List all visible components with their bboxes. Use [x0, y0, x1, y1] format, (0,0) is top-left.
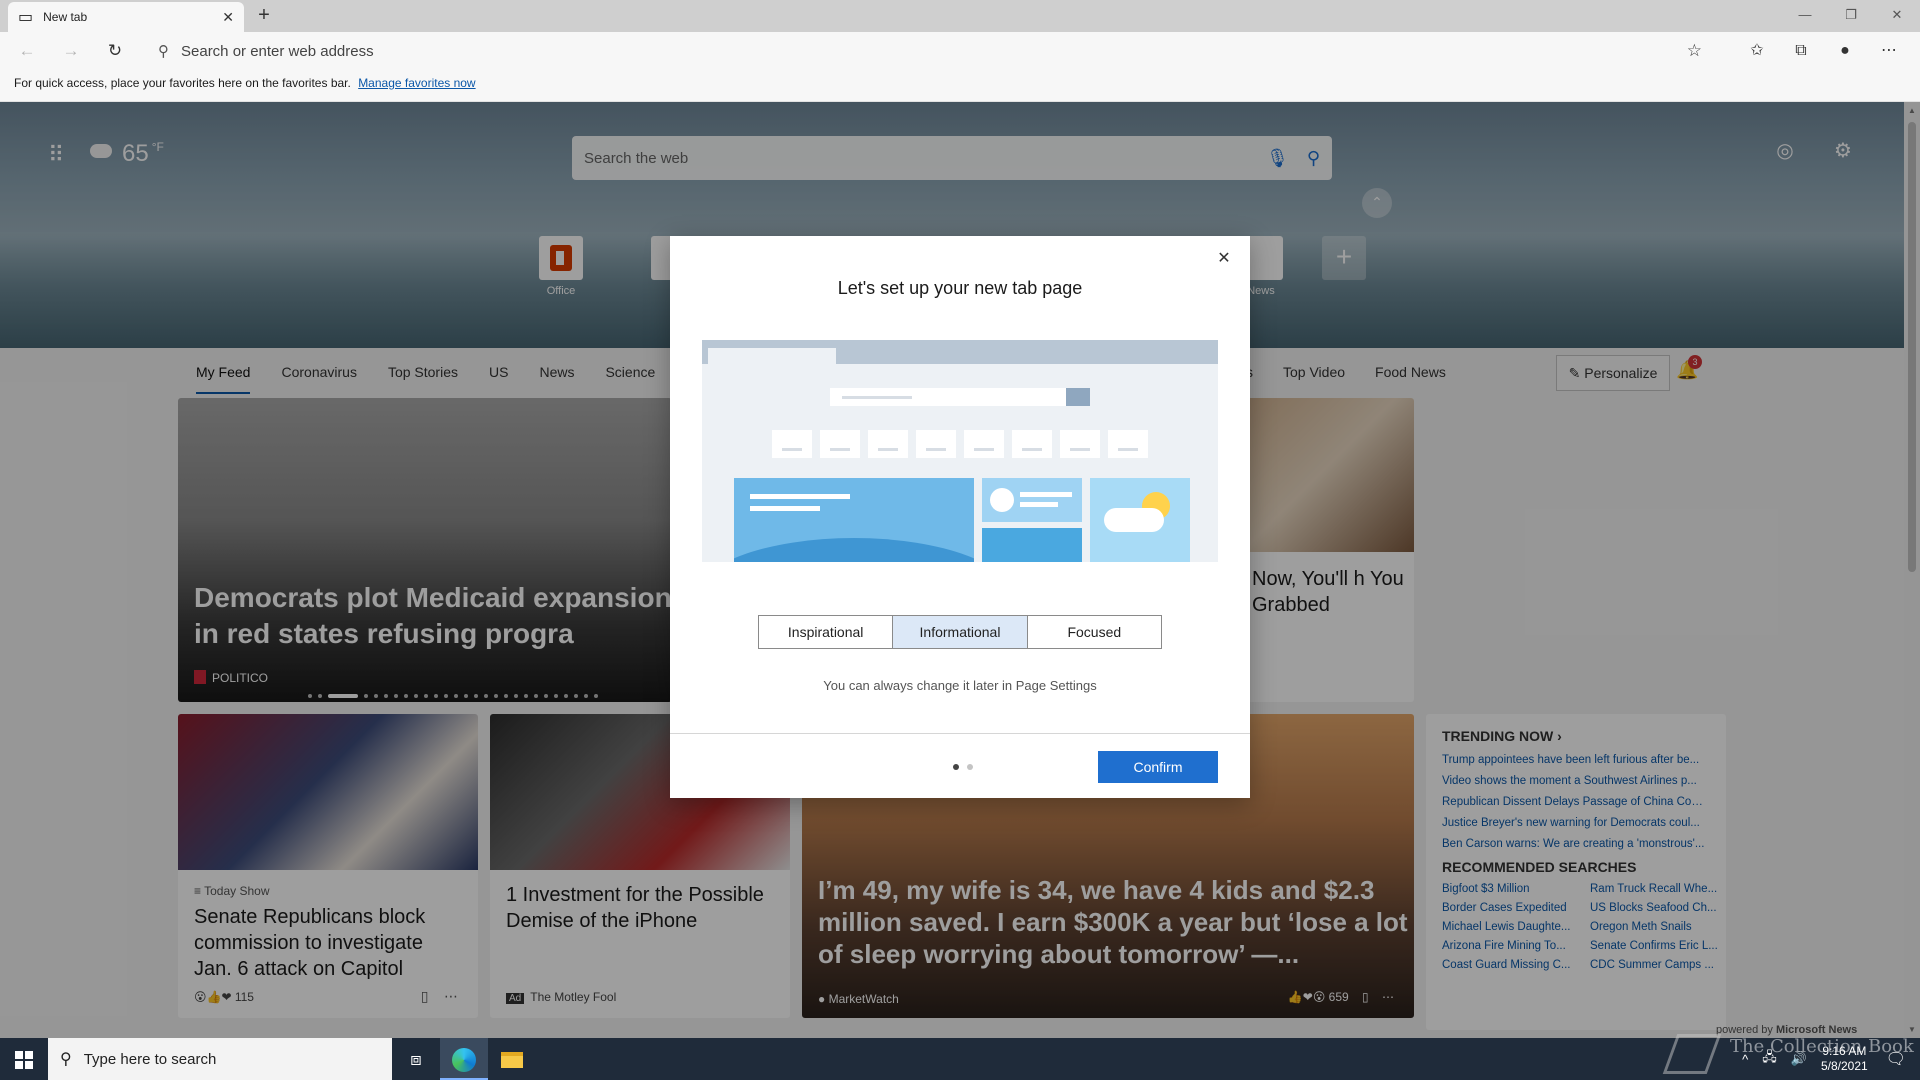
address-placeholder: Search or enter web address	[181, 42, 374, 60]
divider	[670, 733, 1250, 734]
refresh-icon[interactable]: ↻	[102, 39, 128, 63]
favorites-bar-text: For quick access, place your favorites h…	[14, 76, 351, 90]
edge-taskbar-icon[interactable]	[440, 1038, 488, 1080]
dialog-note: You can always change it later in Page S…	[823, 678, 1097, 693]
search-icon: ⚲	[60, 1051, 72, 1068]
layout-preview-illustration	[702, 340, 1218, 580]
new-tab-button[interactable]: +	[252, 4, 276, 28]
page-indicator[interactable]	[953, 764, 981, 770]
minimize-icon[interactable]: —	[1782, 0, 1828, 32]
more-icon[interactable]: ⋯	[1876, 40, 1902, 62]
setup-dialog: ✕ Let's set up your new tab page Inspira…	[670, 236, 1250, 798]
close-window-icon[interactable]: ✕	[1874, 0, 1920, 32]
confirm-button[interactable]: Confirm	[1098, 751, 1218, 783]
address-bar[interactable]: ⚲ Search or enter web address ☆	[146, 36, 1712, 66]
taskbar-search-placeholder: Type here to search	[83, 1050, 217, 1068]
clock-date: 5/8/2021	[1820, 1059, 1868, 1073]
forward-icon[interactable]: →	[58, 39, 84, 63]
close-tab-icon[interactable]: ✕	[222, 9, 234, 26]
option-inspirational[interactable]: Inspirational	[759, 616, 894, 648]
favorites-icon[interactable]: ✩	[1744, 40, 1770, 62]
collections-icon[interactable]: ⧉	[1788, 40, 1814, 62]
taskbar-search[interactable]: ⚲ Type here to search	[48, 1038, 392, 1080]
task-view-icon[interactable]: ⧈	[392, 1038, 440, 1080]
tab-title: New tab	[43, 10, 88, 24]
manage-favorites-link[interactable]: Manage favorites now	[358, 76, 475, 90]
search-icon: ⚲	[158, 43, 169, 60]
profile-icon[interactable]: ●	[1832, 40, 1858, 62]
dialog-title: Let's set up your new tab page	[837, 278, 1083, 298]
option-focused[interactable]: Focused	[1028, 616, 1161, 648]
option-informational[interactable]: Informational	[893, 616, 1028, 648]
tab-page-icon: ▭	[18, 9, 34, 26]
window-controls: — ❐ ✕	[1782, 0, 1920, 32]
watermark-text: The Collection Book	[1730, 1036, 1914, 1057]
close-icon[interactable]: ✕	[1214, 248, 1234, 268]
layout-options: Inspirational Informational Focused	[758, 615, 1162, 649]
add-favorite-icon[interactable]: ☆	[1687, 41, 1702, 61]
file-explorer-icon[interactable]	[488, 1038, 536, 1080]
tab-new-tab[interactable]: ▭ New tab ✕	[8, 2, 244, 32]
restore-icon[interactable]: ❐	[1828, 0, 1874, 32]
browser-toolbar: ← → ↻ ⚲ Search or enter web address ☆ ✩ …	[0, 32, 1920, 70]
windows-start-icon[interactable]	[0, 1038, 48, 1080]
favorites-bar: For quick access, place your favorites h…	[0, 70, 1920, 102]
taskbar: ⚲ Type here to search ⧈ ^ 🖧 🔊 9:16 AM 5/…	[0, 1038, 1920, 1080]
tab-strip: ▭ New tab ✕ + — ❐ ✕	[0, 0, 1920, 32]
back-icon[interactable]: ←	[14, 39, 40, 63]
